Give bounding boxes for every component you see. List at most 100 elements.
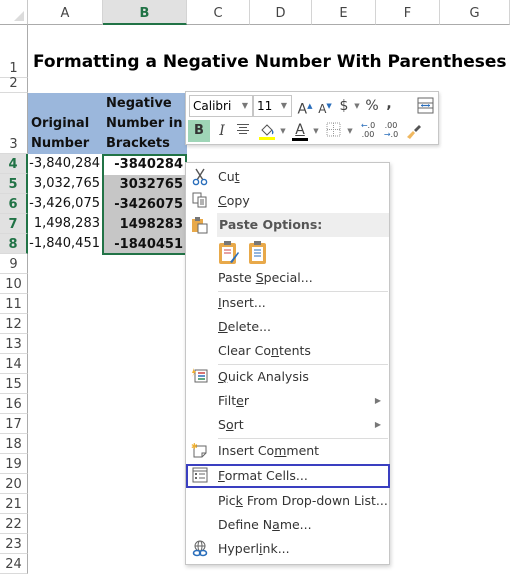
- row-header-15[interactable]: 15: [0, 374, 28, 394]
- paste-icon: [191, 216, 209, 234]
- row-header-23[interactable]: 23: [0, 534, 28, 554]
- center-align-icon[interactable]: [234, 121, 252, 141]
- menu-item-label: Paste Special...: [218, 270, 313, 285]
- format-cells-highlight-box: [186, 464, 390, 488]
- submenu-arrow-icon: ▶: [374, 420, 381, 429]
- row-header-3[interactable]: 3: [0, 93, 28, 154]
- row-header-7[interactable]: 7: [0, 214, 28, 234]
- menu-item-define-name[interactable]: Define Name...: [186, 513, 389, 537]
- cell-a6[interactable]: -3,426,075: [28, 194, 103, 214]
- menu-item-copy[interactable]: Copy: [186, 189, 389, 213]
- header-line: Number in: [106, 116, 183, 131]
- row-header-13[interactable]: 13: [0, 334, 28, 354]
- chevron-down-icon: ▼: [280, 101, 287, 110]
- increase-font-size-icon[interactable]: A▲: [296, 96, 314, 120]
- row-header-9[interactable]: 9: [0, 254, 28, 274]
- copy-icon: [191, 192, 209, 210]
- row-header-17[interactable]: 17: [0, 414, 28, 434]
- menu-item-label: Sort: [218, 417, 244, 432]
- header-cell-negative-brackets[interactable]: Negative Number in Brackets: [103, 93, 187, 154]
- borders-icon[interactable]: [324, 122, 342, 140]
- sheet-title-cell[interactable]: Formatting a Negative Number With Parent…: [33, 52, 507, 72]
- menu-header-paste-options: Paste Options:: [217, 213, 389, 237]
- menu-item-cut[interactable]: Cut: [186, 165, 389, 189]
- menu-item-label: Quick Analysis: [218, 369, 309, 384]
- column-header-g[interactable]: G: [440, 0, 510, 25]
- comment-icon: ✱: [191, 442, 209, 460]
- column-header-c[interactable]: C: [187, 0, 250, 25]
- row-header-8[interactable]: 8: [0, 234, 28, 254]
- decrease-font-size-icon[interactable]: A▼: [317, 96, 333, 119]
- row-header-20[interactable]: 20: [0, 474, 28, 494]
- chevron-down-icon[interactable]: ▼: [279, 121, 287, 141]
- font-size-value: 11: [257, 99, 273, 113]
- cell-a5[interactable]: 3,032,765: [28, 174, 103, 194]
- menu-item-pick-from-dropdown[interactable]: Pick From Drop-down List...: [186, 489, 389, 513]
- row-header-18[interactable]: 18: [0, 434, 28, 454]
- row-header-6[interactable]: 6: [0, 194, 28, 214]
- header-cell-original-number[interactable]: Original Number: [28, 93, 103, 154]
- selection-range-border: [102, 154, 187, 255]
- row-header-21[interactable]: 21: [0, 494, 28, 514]
- column-header-e[interactable]: E: [312, 0, 376, 25]
- font-name-value: Calibri: [193, 99, 232, 113]
- paste-keep-formatting-button[interactable]: [218, 240, 240, 266]
- cell-a7[interactable]: 1,498,283: [28, 214, 103, 234]
- comma-style-icon[interactable]: ,: [383, 94, 395, 114]
- header-line: Brackets: [106, 136, 170, 151]
- row-header-5[interactable]: 5: [0, 174, 28, 194]
- menu-item-label: Insert...: [218, 295, 266, 310]
- scissors-icon: [191, 168, 209, 186]
- menu-item-label: Insert Comment: [218, 443, 320, 458]
- menu-item-filter[interactable]: Filter ▶: [186, 389, 389, 413]
- select-all-corner[interactable]: [0, 0, 28, 25]
- column-header-d[interactable]: D: [250, 0, 312, 25]
- column-header-a[interactable]: A: [28, 0, 103, 25]
- cell-a8[interactable]: -1,840,451: [28, 234, 103, 254]
- menu-item-paste-special[interactable]: Paste Special...: [186, 266, 389, 290]
- font-color-icon[interactable]: A: [290, 120, 310, 142]
- row-header-12[interactable]: 12: [0, 314, 28, 334]
- fill-color-icon[interactable]: [256, 121, 278, 143]
- menu-item-sort[interactable]: Sort ▶: [186, 413, 389, 437]
- paste-values-button[interactable]: [248, 240, 270, 266]
- chevron-down-icon[interactable]: ▼: [312, 121, 320, 141]
- chevron-down-icon[interactable]: ▼: [346, 121, 354, 141]
- menu-item-label: Copy: [218, 193, 250, 208]
- menu-item-delete[interactable]: Delete...: [186, 315, 389, 339]
- column-header-f[interactable]: F: [376, 0, 440, 25]
- font-color-letter: A: [295, 122, 305, 138]
- header-line: Original: [31, 116, 90, 131]
- bold-button[interactable]: B: [188, 120, 210, 142]
- percent-style-icon[interactable]: %: [364, 96, 380, 116]
- font-size-dropdown[interactable]: 11 ▼: [253, 95, 292, 117]
- menu-item-insert[interactable]: Insert...: [186, 291, 389, 315]
- row-header-4[interactable]: 4: [0, 154, 28, 174]
- menu-item-insert-comment[interactable]: ✱ Insert Comment: [186, 439, 389, 463]
- row-header-16[interactable]: 16: [0, 394, 28, 414]
- menu-item-label: Filter: [218, 393, 249, 408]
- chevron-down-icon[interactable]: ▼: [353, 96, 361, 116]
- row-header-19[interactable]: 19: [0, 454, 28, 474]
- row-header-22[interactable]: 22: [0, 514, 28, 534]
- row-header-1[interactable]: 1: [0, 25, 28, 78]
- merge-center-icon[interactable]: [416, 97, 434, 115]
- italic-button[interactable]: I: [213, 121, 231, 141]
- menu-item-quick-analysis[interactable]: Quick Analysis: [186, 365, 389, 389]
- format-painter-icon[interactable]: [403, 121, 425, 143]
- cell-a4[interactable]: -3,840,284: [28, 154, 103, 174]
- context-menu: Cut Copy Paste Options: Paste Special...…: [185, 162, 390, 565]
- menu-item-clear-contents[interactable]: Clear Contents: [186, 339, 389, 363]
- menu-item-label: Paste Options:: [219, 217, 323, 232]
- decrease-decimal-icon[interactable]: .00 →.0: [381, 121, 401, 139]
- row-header-24[interactable]: 24: [0, 554, 28, 574]
- increase-decimal-icon[interactable]: ←.0.00: [358, 121, 378, 139]
- font-name-dropdown[interactable]: Calibri ▼: [189, 95, 253, 117]
- currency-format-icon[interactable]: $: [337, 96, 351, 116]
- row-header-2[interactable]: 2: [0, 76, 28, 93]
- row-header-10[interactable]: 10: [0, 274, 28, 294]
- row-header-14[interactable]: 14: [0, 354, 28, 374]
- row-header-11[interactable]: 11: [0, 294, 28, 314]
- menu-item-hyperlink[interactable]: Hyperlink...: [186, 537, 389, 561]
- column-header-b[interactable]: B: [103, 0, 187, 25]
